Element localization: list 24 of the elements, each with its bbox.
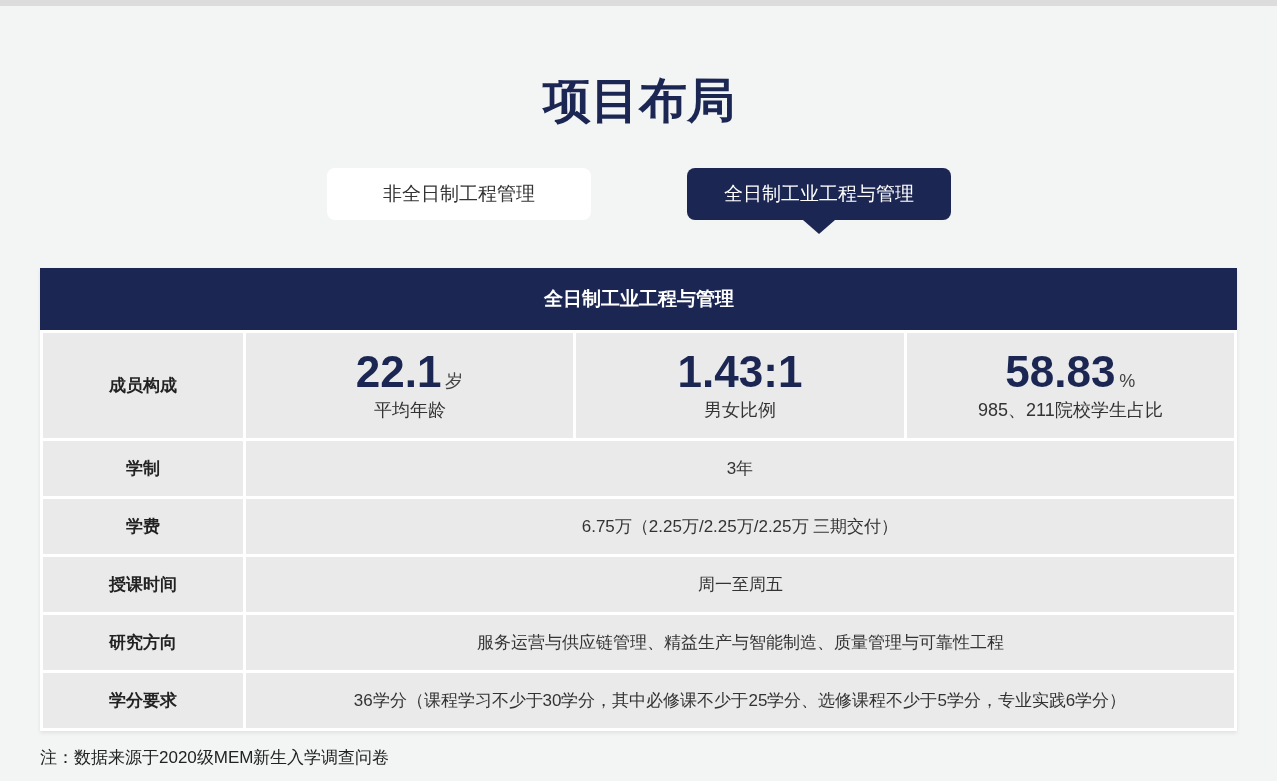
table-cell: 服务运营与供应链管理、精益生产与智能制造、质量管理与可靠性工程: [246, 615, 1234, 670]
table-cell: 授课时间: [43, 557, 243, 612]
table-cell: 周一至周五: [246, 557, 1234, 612]
table-cell: 学制: [43, 441, 243, 496]
page-title: 项目布局: [542, 73, 735, 129]
stat-value: 58.83: [1005, 347, 1116, 397]
table-cell: 学分要求: [43, 673, 243, 728]
table-cell: 36学分（课程学习不少于30学分，其中必修课不少于25学分、选修课程不少于5学分，专业实践6学分）: [246, 673, 1234, 728]
pointer-icon: [802, 220, 835, 234]
stat-value: 22.1: [355, 347, 442, 397]
table-cell: 学费: [43, 499, 243, 554]
table-cell: 3年: [246, 441, 1234, 496]
stat-unit: 岁: [445, 370, 464, 393]
stat-caption: 985、211院校学生占比: [977, 399, 1163, 422]
table-heading: 全日制工业工程与管理: [40, 268, 1237, 330]
table-cell: 6.75万（2.25万/2.25万/2.25万 三期交付）: [246, 499, 1234, 554]
table-cell: 研究方向: [43, 615, 243, 670]
stat-unit: %: [1119, 370, 1136, 393]
stat-value: 1.43:1: [677, 347, 803, 397]
footnote: 注：数据来源于2020级MEM新生入学调查问卷: [40, 747, 391, 769]
stat-caption: 男女比例: [704, 399, 776, 422]
stat-caption: 平均年龄: [373, 399, 446, 422]
table-cell: 成员构成: [43, 333, 243, 438]
tab[interactable]: 非全日制工程管理: [326, 168, 591, 220]
